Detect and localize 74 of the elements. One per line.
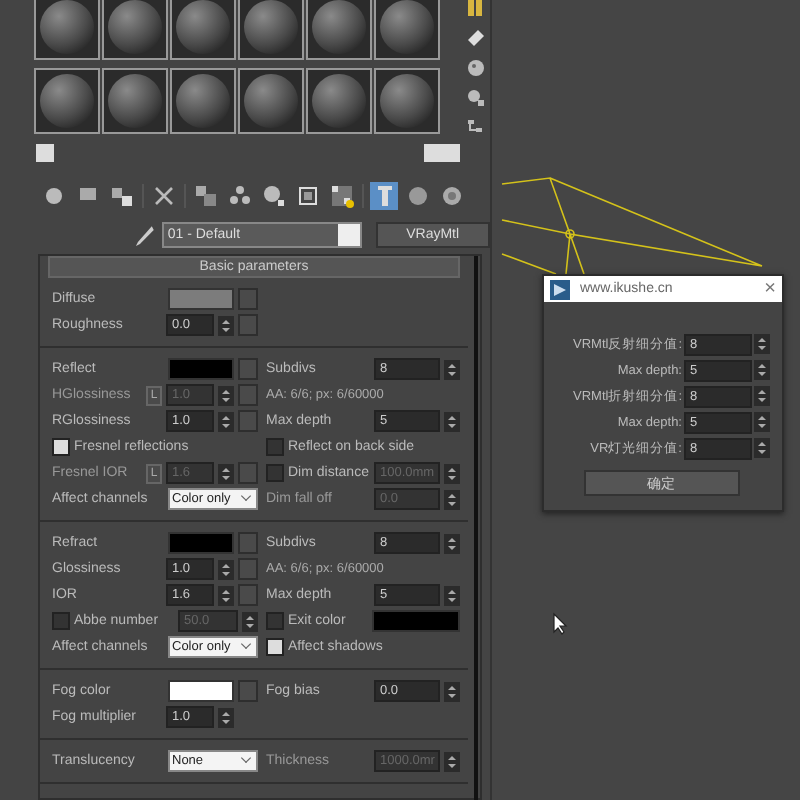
material-slot[interactable] bbox=[102, 67, 168, 133]
spinner-arrows[interactable] bbox=[754, 360, 770, 380]
spinner-arrows[interactable] bbox=[218, 315, 234, 335]
sphere-icon[interactable] bbox=[40, 182, 68, 210]
material-slot[interactable] bbox=[238, 67, 304, 133]
material-slot[interactable] bbox=[102, 0, 168, 60]
cursor-icon[interactable] bbox=[552, 612, 568, 636]
color-swatch[interactable] bbox=[372, 610, 460, 632]
spinner-arrows[interactable] bbox=[444, 533, 460, 553]
checkbox[interactable] bbox=[266, 638, 284, 656]
checkbox[interactable] bbox=[52, 612, 70, 630]
sphere-preview bbox=[176, 0, 230, 54]
sphere-preview bbox=[40, 0, 94, 54]
spinner-arrows[interactable] bbox=[218, 707, 234, 727]
square-stack-icon[interactable] bbox=[192, 182, 220, 210]
spinner-arrows[interactable] bbox=[754, 386, 770, 406]
sphere-preview bbox=[312, 73, 366, 127]
spinner-arrows[interactable] bbox=[444, 585, 460, 605]
close-button[interactable]: × bbox=[764, 279, 776, 299]
sphere-dots-icon[interactable] bbox=[466, 58, 486, 78]
material-slot[interactable] bbox=[238, 0, 304, 60]
spinner-arrows[interactable] bbox=[444, 681, 460, 701]
spinner-arrows[interactable] bbox=[218, 385, 234, 405]
material-slot[interactable] bbox=[374, 67, 440, 133]
scroll-left-button[interactable] bbox=[36, 143, 54, 161]
color-swatch[interactable] bbox=[168, 532, 234, 554]
sphere-preview bbox=[380, 73, 434, 127]
material-slot[interactable] bbox=[306, 0, 372, 60]
checkbox[interactable] bbox=[266, 438, 284, 456]
sphere-preview bbox=[312, 0, 366, 54]
spinner-arrows[interactable] bbox=[444, 359, 460, 379]
spinner-arrows[interactable] bbox=[444, 751, 460, 771]
sphere-ring-icon[interactable] bbox=[438, 182, 466, 210]
spinner-arrows[interactable] bbox=[218, 559, 234, 579]
spinner-arrows[interactable] bbox=[218, 585, 234, 605]
checkbox[interactable] bbox=[266, 464, 284, 482]
frame-icon[interactable] bbox=[294, 182, 322, 210]
sphere-preview bbox=[176, 73, 230, 127]
material-slot[interactable] bbox=[170, 0, 236, 60]
spinner-arrows[interactable] bbox=[444, 463, 460, 483]
sphere-preview bbox=[40, 73, 94, 127]
spinner-arrows[interactable] bbox=[218, 463, 234, 483]
sphere-preview bbox=[108, 0, 162, 54]
app-icon[interactable] bbox=[550, 279, 570, 299]
delete-icon[interactable] bbox=[150, 182, 178, 210]
scroll-right-button[interactable] bbox=[424, 143, 442, 161]
sphere-preview bbox=[244, 0, 298, 54]
material-slot[interactable] bbox=[34, 0, 100, 60]
eyedropper-icon[interactable] bbox=[134, 223, 154, 247]
spinner-arrows[interactable] bbox=[444, 411, 460, 431]
material-slot[interactable] bbox=[170, 67, 236, 133]
sphere-icon[interactable] bbox=[404, 182, 432, 210]
sphere-map-icon[interactable] bbox=[260, 182, 288, 210]
scroll-down-button[interactable] bbox=[442, 143, 460, 161]
checkbox[interactable] bbox=[266, 612, 284, 630]
sphere-preview bbox=[380, 0, 434, 54]
spinner-arrows[interactable] bbox=[754, 412, 770, 432]
spinner-arrows[interactable] bbox=[218, 411, 234, 431]
spinner-arrows[interactable] bbox=[754, 438, 770, 458]
material-slot[interactable] bbox=[34, 67, 100, 133]
spinner-arrows[interactable] bbox=[444, 489, 460, 509]
checker-icon[interactable] bbox=[328, 182, 356, 210]
sphere-preview bbox=[108, 73, 162, 127]
color-swatch[interactable] bbox=[168, 288, 234, 310]
sphere-preview bbox=[244, 73, 298, 127]
color-swatch[interactable] bbox=[168, 358, 234, 380]
material-slot[interactable] bbox=[374, 0, 440, 60]
spinner-arrows[interactable] bbox=[242, 611, 258, 631]
color-swatch[interactable] bbox=[168, 680, 234, 702]
spinner-arrows[interactable] bbox=[754, 334, 770, 354]
spheres-icon[interactable] bbox=[226, 182, 254, 210]
hierarchy-icon[interactable] bbox=[466, 118, 486, 138]
checkbox[interactable] bbox=[52, 438, 70, 456]
material-slot[interactable] bbox=[306, 67, 372, 133]
